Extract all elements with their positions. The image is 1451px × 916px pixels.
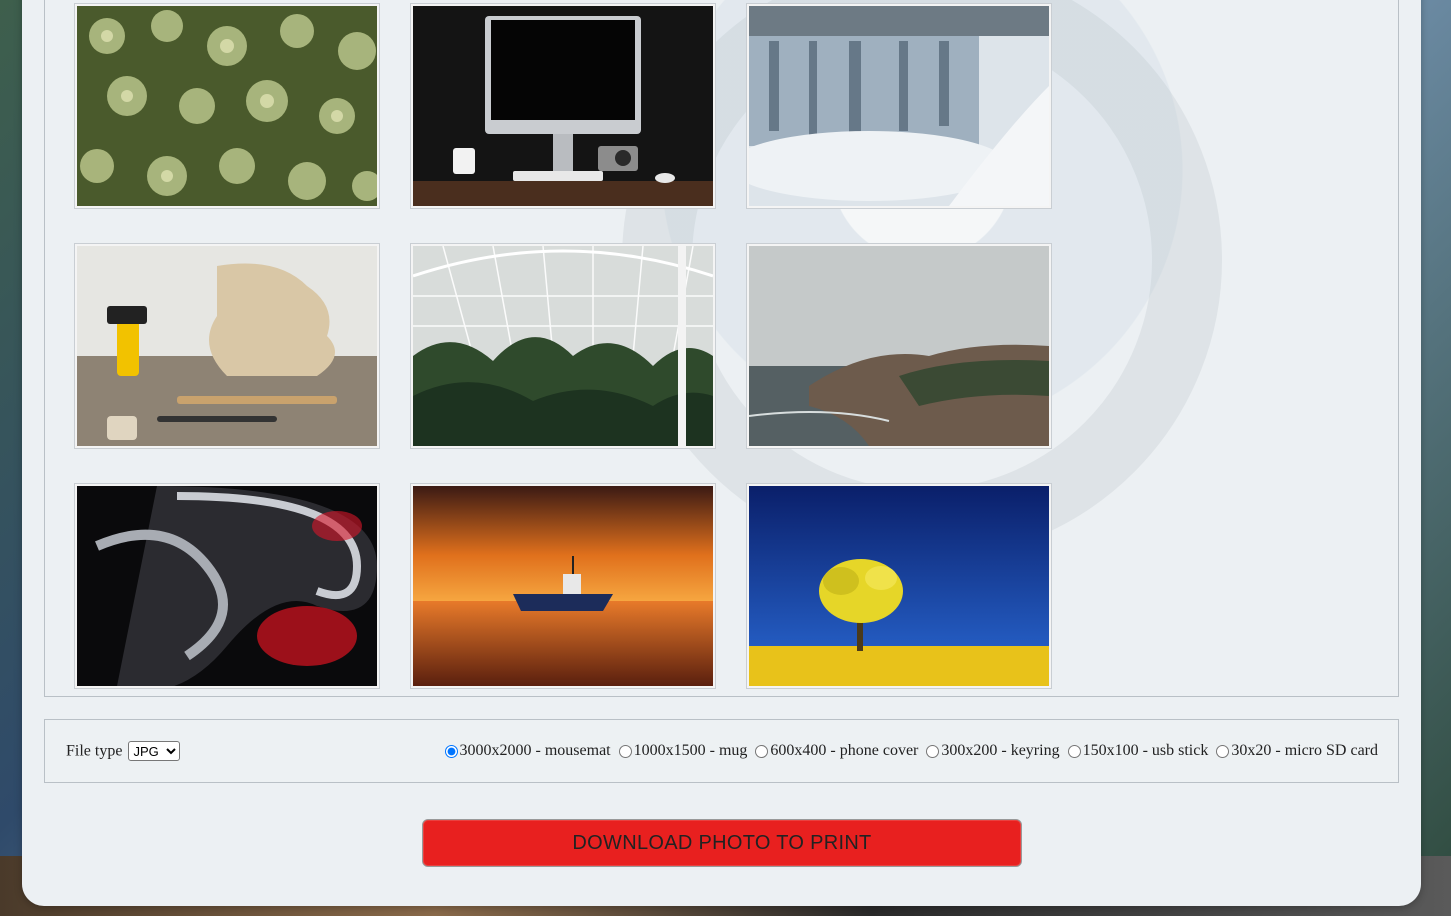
size-option-mousemat[interactable]: 3000x2000 - mousemat [444, 742, 611, 760]
photo-thumbnail-abstract-red[interactable] [75, 484, 379, 688]
size-radio-mousemat[interactable] [444, 744, 458, 758]
size-radio-usb-stick[interactable] [1067, 744, 1081, 758]
print-options-bar: File type JPG 3000x2000 - mousemat 1000x… [44, 719, 1399, 783]
photo-thumbnail-succulents[interactable] [75, 4, 379, 208]
photo-thumbnail-coastal-cliffs[interactable] [747, 244, 1051, 448]
size-label: 3000x2000 - mousemat [459, 742, 611, 759]
size-radio-phone-cover[interactable] [755, 744, 769, 758]
size-label: 1000x1500 - mug [633, 742, 748, 759]
size-option-phone-cover[interactable]: 600x400 - phone cover [755, 742, 918, 760]
size-option-keyring[interactable]: 300x200 - keyring [926, 742, 1060, 760]
photo-thumbnail-woodworking[interactable] [75, 244, 379, 448]
size-label: 150x100 - usb stick [1082, 742, 1209, 759]
photo-thumbnail-yellow-tree[interactable] [747, 484, 1051, 688]
size-radio-micro-sd-card[interactable] [1216, 744, 1230, 758]
file-type-select[interactable]: JPG [128, 741, 181, 761]
size-option-mug[interactable]: 1000x1500 - mug [618, 742, 748, 760]
size-option-usb-stick[interactable]: 150x100 - usb stick [1067, 742, 1209, 760]
size-label: 300x200 - keyring [941, 742, 1060, 759]
photo-thumbnail-computer[interactable] [411, 4, 715, 208]
download-photo-button[interactable]: DOWNLOAD PHOTO TO PRINT [422, 819, 1022, 867]
size-radio-mug[interactable] [618, 744, 632, 758]
size-label: 600x400 - phone cover [770, 742, 919, 759]
size-label: 30x20 - micro SD card [1231, 742, 1378, 759]
main-panel: File type JPG 3000x2000 - mousemat 1000x… [22, 0, 1421, 906]
photo-gallery [44, 0, 1399, 697]
photo-thumbnail-boat-sunset[interactable] [411, 484, 715, 688]
size-option-micro-sd-card[interactable]: 30x20 - micro SD card [1216, 742, 1378, 760]
photo-thumbnail-greenhouse[interactable] [411, 244, 715, 448]
photo-thumbnail-frozen-waterfall[interactable] [747, 4, 1051, 208]
file-type-control: File type JPG [66, 741, 181, 761]
size-options: 3000x2000 - mousemat 1000x1500 - mug 600… [437, 742, 1378, 760]
file-type-label: File type [66, 742, 123, 760]
size-radio-keyring[interactable] [926, 744, 940, 758]
